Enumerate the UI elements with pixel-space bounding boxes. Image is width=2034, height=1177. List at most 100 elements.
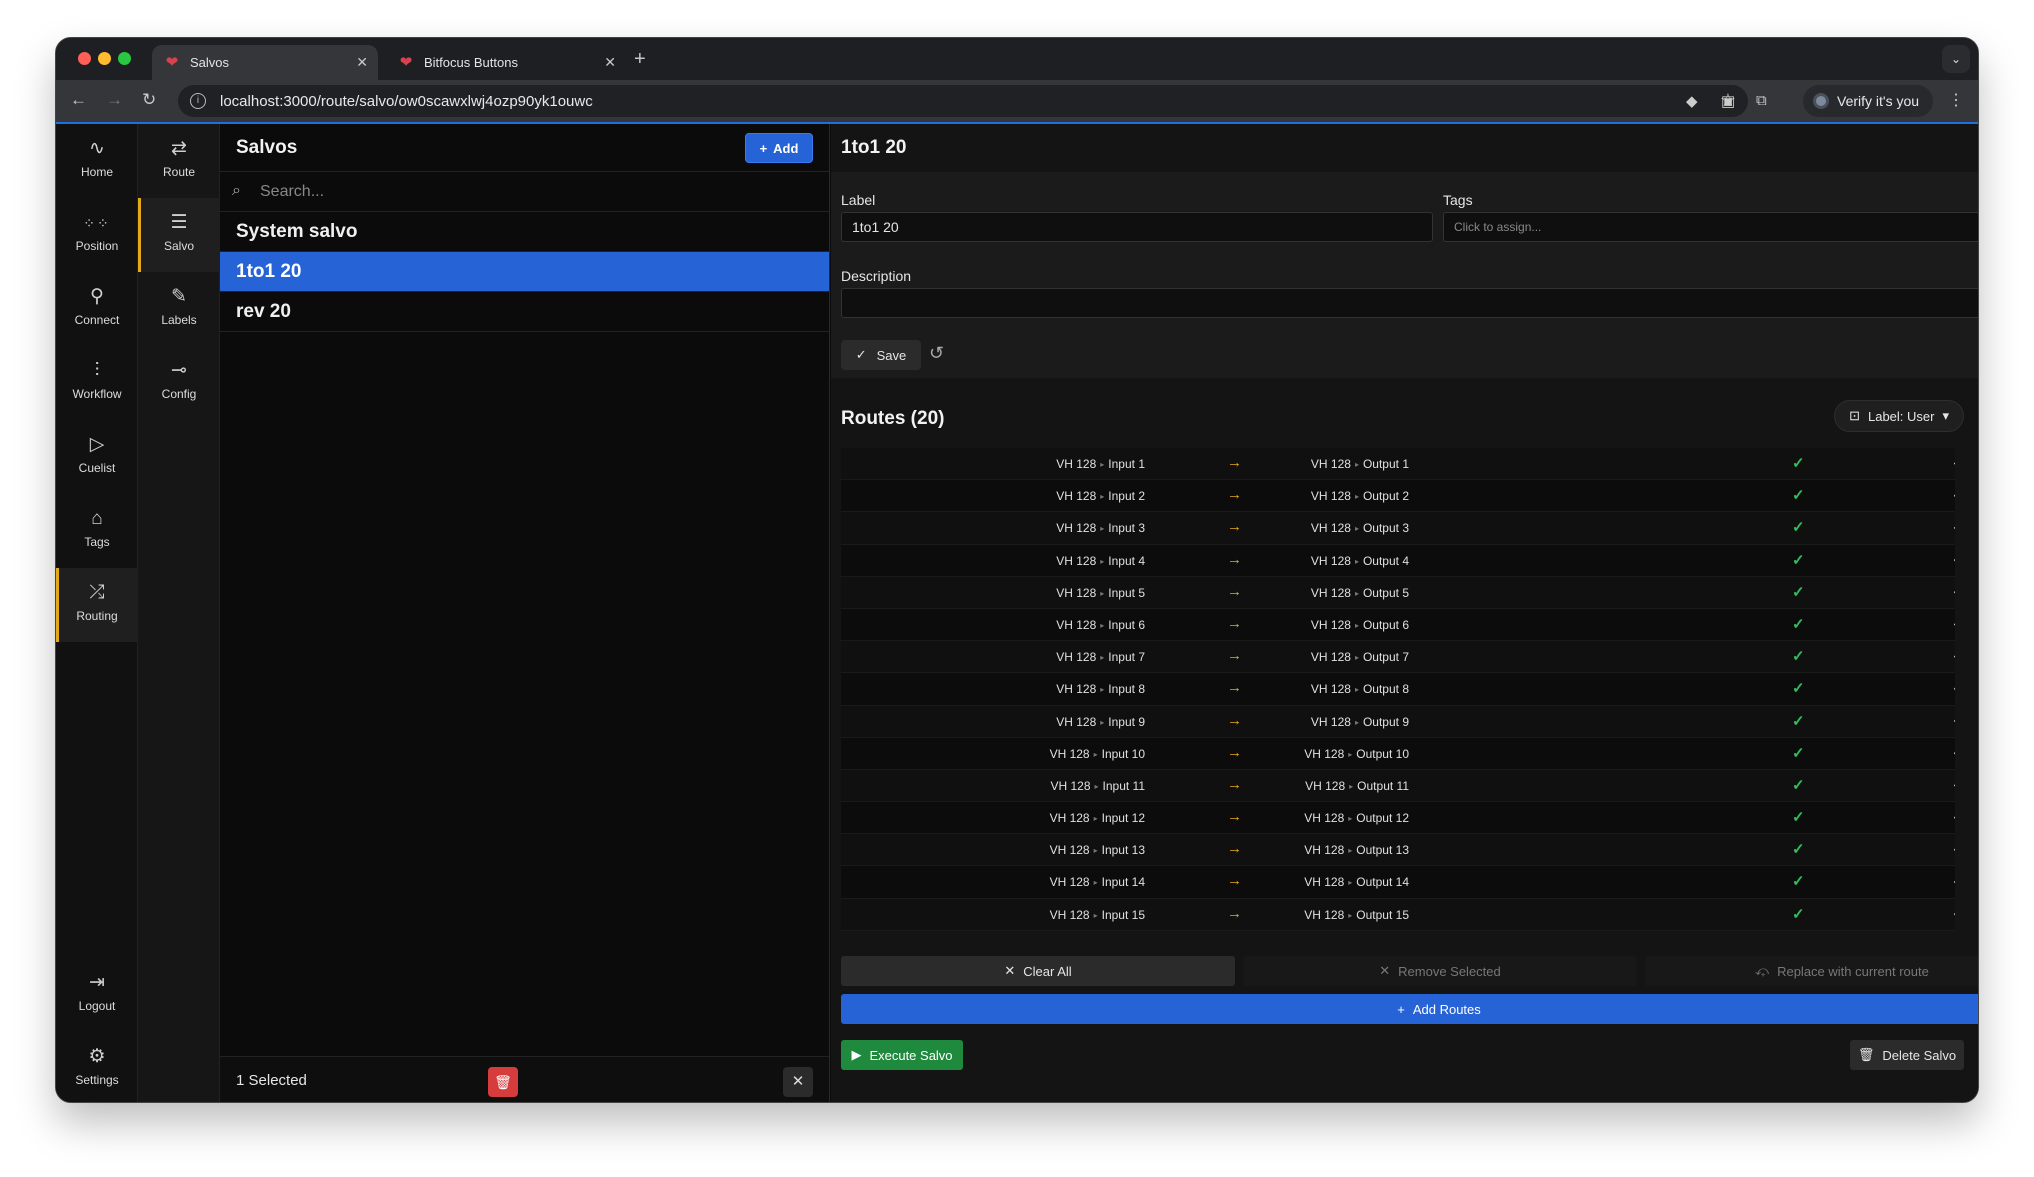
label-mode-icon: ⊡ (1849, 408, 1860, 423)
salvo-list-item[interactable]: System salvo (220, 212, 829, 252)
nav-position[interactable]: ⁘⁘ Position (56, 198, 138, 272)
browser-tab-salvos[interactable]: ❤ Salvos ✕ (152, 45, 378, 80)
route-icon: ⇄ (171, 138, 187, 159)
remove-route-icon[interactable] (1954, 651, 1955, 663)
forward-icon[interactable]: → (106, 90, 123, 110)
remove-route-icon[interactable] (1954, 458, 1955, 469)
save-button[interactable]: ✓ Save (841, 340, 921, 370)
remove-route-icon[interactable] (1954, 779, 1955, 791)
selected-count: 1 Selected (236, 1072, 307, 1089)
reload-icon[interactable]: ↻ (142, 90, 156, 110)
salvo-search-input[interactable]: ⌕ Search... (220, 172, 829, 212)
nav-workflow[interactable]: ⫶ Workflow (56, 346, 138, 420)
minimize-window-button[interactable] (98, 52, 111, 65)
clear-all-button[interactable]: ✕ Clear All (841, 956, 1235, 986)
extension-icon[interactable]: ◆ (1686, 92, 1698, 110)
route-row[interactable]: VH 128 ▸ Input 13 → VH 128 ▸ Output 13 ✓ (841, 834, 1955, 867)
route-row[interactable]: VH 128 ▸ Input 14 → VH 128 ▸ Output 14 ✓ (841, 866, 1955, 899)
nav-routing[interactable]: ⤮ Routing (56, 568, 138, 642)
breadcrumb-caret-icon: ▸ (1093, 749, 1098, 759)
remove-route-icon[interactable] (1954, 683, 1955, 695)
source-port: Input 11 (1102, 778, 1145, 793)
route-valid-check-icon: ✓ (1792, 776, 1805, 794)
tags-input[interactable]: Click to assign... (1443, 212, 1978, 242)
breadcrumb-caret-icon: ▸ (1354, 460, 1359, 469)
remove-route-icon[interactable] (1954, 844, 1955, 856)
subnav-route[interactable]: ⇄ Route (138, 124, 220, 198)
remove-route-icon[interactable] (1954, 522, 1955, 534)
remove-route-icon[interactable] (1954, 715, 1955, 727)
breadcrumb-caret-icon: ▸ (1100, 492, 1105, 502)
maximize-window-button[interactable] (118, 52, 131, 65)
route-row[interactable]: VH 128 ▸ Input 15 → VH 128 ▸ Output 15 ✓ (841, 898, 1955, 931)
browser-tab-bitfocus-buttons[interactable]: ❤ Bitfocus Buttons ✕ (386, 45, 626, 80)
route-row[interactable]: VH 128 ▸ Input 1 → VH 128 ▸ Output 1 ✓ (841, 448, 1955, 481)
remove-selected-button[interactable]: ✕ Remove Selected (1243, 956, 1637, 986)
browser-menu-icon[interactable]: ⋮ (1948, 90, 1964, 110)
route-arrow-icon: → (1227, 550, 1242, 568)
replace-with-current-route-button[interactable]: ⤽ Replace with current route (1645, 956, 1978, 986)
sidepanel-icon[interactable]: ▣ (1721, 92, 1735, 110)
remove-route-icon[interactable] (1954, 554, 1955, 566)
route-row[interactable]: VH 128 ▸ Input 12 → VH 128 ▸ Output 12 ✓ (841, 802, 1955, 835)
close-window-button[interactable] (78, 52, 91, 65)
route-row[interactable]: VH 128 ▸ Input 9 → VH 128 ▸ Output 9 ✓ (841, 705, 1955, 738)
close-tab-icon[interactable]: ✕ (604, 54, 616, 71)
nav-cuelist[interactable]: ▷ Cuelist (56, 420, 138, 494)
route-row[interactable]: VH 128 ▸ Input 7 → VH 128 ▸ Output 7 ✓ (841, 641, 1955, 674)
label-input[interactable]: 1to1 20 (841, 212, 1433, 242)
nav-home[interactable]: ∿ Home (56, 124, 138, 198)
clear-selection-button[interactable]: ✕ (783, 1067, 813, 1097)
remove-route-icon[interactable] (1954, 908, 1955, 920)
nav-connect[interactable]: ⚲ Connect (56, 272, 138, 346)
close-tab-icon[interactable]: ✕ (356, 54, 368, 71)
remove-route-icon[interactable] (1954, 618, 1955, 630)
route-row[interactable]: VH 128 ▸ Input 2 → VH 128 ▸ Output 2 ✓ (841, 480, 1955, 513)
remove-route-icon[interactable] (1954, 490, 1955, 502)
subnav-salvo[interactable]: ☰ Salvo (138, 198, 220, 272)
nav-tags[interactable]: ⌂ Tags (56, 494, 138, 568)
back-icon[interactable]: ← (70, 90, 87, 110)
tags-field-label: Tags (1443, 192, 1473, 208)
delete-selected-button[interactable]: 🗑 (488, 1067, 518, 1097)
destination-device: VH 128 (1310, 521, 1351, 536)
label-mode-dropdown[interactable]: ⊡ Label: User ▾ (1834, 400, 1964, 432)
remove-route-icon[interactable] (1954, 747, 1955, 759)
destination-device: VH 128 (1304, 746, 1345, 761)
salvo-list-title: Salvos (236, 137, 298, 158)
route-row[interactable]: VH 128 ▸ Input 4 → VH 128 ▸ Output 4 ✓ (841, 544, 1955, 577)
add-routes-button[interactable]: + Add Routes (841, 994, 1978, 1024)
route-row[interactable]: VH 128 ▸ Input 3 → VH 128 ▸ Output 3 ✓ (841, 512, 1955, 545)
close-icon: ✕ (791, 1073, 805, 1090)
source-device: VH 128 (1049, 811, 1090, 826)
salvo-list-item-selected[interactable]: 1to1 20 (220, 252, 829, 292)
delete-salvo-button[interactable]: 🗑 Delete Salvo (1850, 1040, 1964, 1070)
source-port: Input 8 (1108, 682, 1145, 697)
route-row[interactable]: VH 128 ▸ Input 6 → VH 128 ▸ Output 6 ✓ (841, 608, 1955, 642)
salvo-list-item[interactable]: rev 20 (220, 292, 829, 332)
site-info-icon[interactable]: i (190, 93, 206, 109)
remove-route-icon[interactable] (1954, 812, 1955, 824)
route-valid-check-icon: ✓ (1792, 712, 1805, 730)
puzzle-extensions-icon[interactable]: ⧉ (1756, 92, 1767, 109)
new-tab-icon[interactable]: + (634, 48, 646, 71)
execute-salvo-button[interactable]: ▶ Execute Salvo (841, 1040, 963, 1070)
route-row[interactable]: VH 128 ▸ Input 10 → VH 128 ▸ Output 10 ✓ (841, 737, 1955, 770)
remove-route-icon[interactable] (1954, 586, 1955, 598)
tab-title: Bitfocus Buttons (424, 55, 518, 70)
route-row[interactable]: VH 128 ▸ Input 11 → VH 128 ▸ Output 11 ✓ (841, 769, 1955, 803)
subnav-config[interactable]: ⊸ Config (138, 346, 220, 420)
add-salvo-button[interactable]: + Add (745, 133, 813, 163)
address-bar[interactable]: i localhost:3000/route/salvo/ow0scawxlwj… (178, 85, 1748, 117)
description-input[interactable] (841, 288, 1978, 318)
reset-icon[interactable]: ↺ (929, 343, 944, 364)
nav-settings[interactable]: ⚙ Settings (56, 1032, 138, 1102)
subnav-labels[interactable]: ✎ Labels (138, 272, 220, 346)
tab-search-chevron-icon[interactable]: ⌄ (1942, 45, 1970, 73)
remove-route-icon[interactable] (1954, 876, 1955, 888)
source-port: Input 15 (1101, 907, 1145, 922)
route-row[interactable]: VH 128 ▸ Input 5 → VH 128 ▸ Output 5 ✓ (841, 576, 1955, 609)
route-row[interactable]: VH 128 ▸ Input 8 → VH 128 ▸ Output 8 ✓ (841, 673, 1955, 706)
verify-profile-button[interactable]: Verify it's you (1803, 85, 1933, 117)
nav-logout[interactable]: ⇥ Logout (56, 958, 138, 1032)
